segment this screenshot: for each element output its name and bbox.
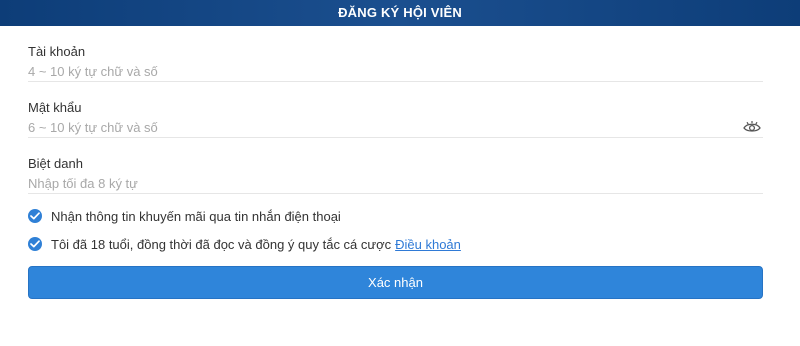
promo-consent-row: Nhận thông tin khuyến mãi qua tin nhắn đ…: [28, 202, 763, 230]
submit-button[interactable]: Xác nhận: [28, 266, 763, 299]
age-terms-consent-row: Tôi đã 18 tuổi, đồng thời đã đọc và đồng…: [28, 230, 763, 258]
age-terms-consent-text: Tôi đã 18 tuổi, đồng thời đã đọc và đồng…: [51, 236, 392, 252]
page-title: ĐĂNG KÝ HỘI VIÊN: [338, 5, 462, 20]
nickname-input[interactable]: [28, 174, 708, 192]
consent-checkboxes: Nhận thông tin khuyến mãi qua tin nhắn đ…: [28, 194, 763, 258]
page-header: ĐĂNG KÝ HỘI VIÊN: [0, 0, 800, 26]
username-field-group: Tài khoản: [28, 26, 763, 82]
promo-consent-text: Nhận thông tin khuyến mãi qua tin nhắn đ…: [51, 208, 341, 224]
password-input[interactable]: [28, 118, 708, 136]
checkbox-checked-icon[interactable]: [28, 237, 42, 251]
username-label: Tài khoản: [28, 44, 86, 59]
terms-link[interactable]: Điều khoản: [395, 237, 461, 252]
nickname-label: Biệt danh: [28, 156, 83, 171]
password-field-group: Mật khẩu: [28, 82, 763, 138]
checkbox-checked-icon[interactable]: [28, 209, 42, 223]
eye-icon[interactable]: [743, 120, 761, 134]
password-label: Mật khẩu: [28, 100, 82, 115]
registration-form: Tài khoản Mật khẩu Biệt danh Nhận thông …: [0, 26, 800, 299]
nickname-field-group: Biệt danh: [28, 138, 763, 194]
username-input[interactable]: [28, 62, 708, 80]
